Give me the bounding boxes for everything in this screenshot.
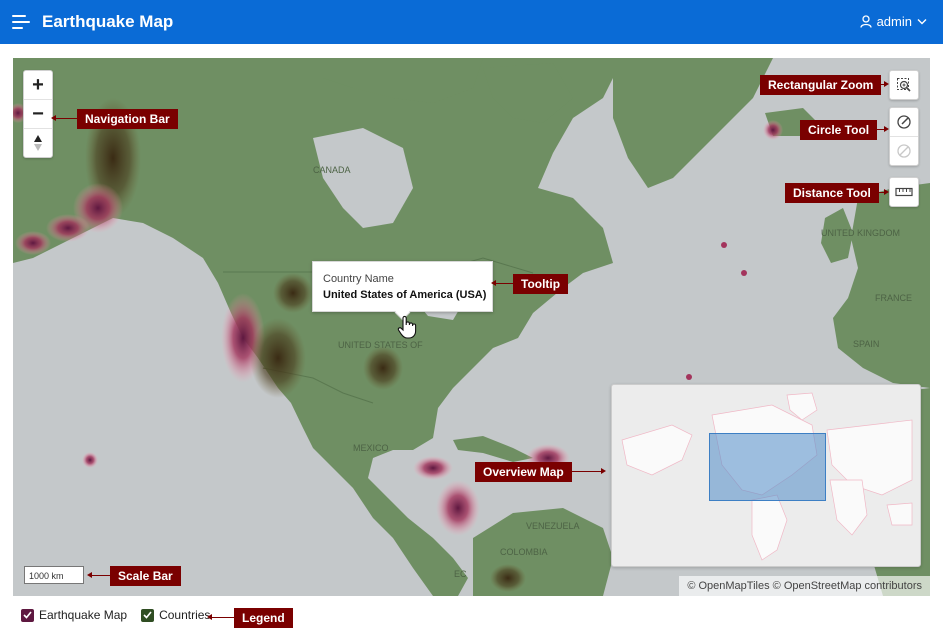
distance-tool-button[interactable] — [890, 178, 918, 206]
zoom-out-button[interactable]: − — [24, 99, 52, 128]
checkbox-icon — [21, 608, 34, 622]
map-legend: Earthquake Map Countries — [21, 608, 224, 622]
callout-arrow — [873, 189, 889, 195]
place-label-venezuela: VENEZUELA — [526, 521, 580, 531]
zoom-in-icon: + — [32, 73, 44, 96]
zoom-out-icon: − — [32, 102, 44, 125]
map-attribution: © OpenMapTiles © OpenStreetMap contribut… — [679, 576, 930, 596]
scale-bar: 1000 km — [24, 566, 84, 584]
land-caribbean — [453, 436, 533, 462]
user-name: admin — [876, 14, 912, 29]
place-label-ec: EC — [454, 569, 467, 579]
app-header: Earthquake Map admin — [0, 0, 943, 44]
map-tooltip: Country Name United States of America (U… — [312, 261, 493, 312]
callout-arrow — [873, 126, 889, 132]
callout-arrow — [491, 280, 513, 286]
callout-legend: Legend — [234, 608, 293, 628]
callout-overview-map: Overview Map — [475, 462, 572, 482]
place-label-uk: UNITED KINGDOM — [821, 228, 900, 238]
land-europe — [833, 183, 930, 388]
callout-scale-bar: Scale Bar — [110, 566, 181, 586]
clear-circle-button[interactable] — [890, 136, 918, 165]
tooltip-value: United States of America (USA) — [323, 289, 487, 301]
place-label-usa: UNITED STATES OF — [338, 340, 423, 350]
distance-tool-control — [889, 177, 919, 207]
legend-label: Countries — [159, 608, 211, 622]
checkbox-icon — [141, 608, 155, 622]
place-label-colombia: COLOMBIA — [500, 547, 548, 557]
callout-arrow — [207, 614, 234, 620]
callout-arrow — [51, 115, 77, 121]
legend-item-earthquake-map[interactable]: Earthquake Map — [21, 608, 127, 622]
circle-tool-button[interactable] — [890, 108, 918, 136]
place-label-france: FRANCE — [875, 293, 912, 303]
circle-tool-icon — [897, 115, 911, 129]
user-icon — [859, 15, 872, 28]
navigation-bar: + − — [23, 70, 53, 158]
overview-viewport[interactable] — [709, 433, 826, 501]
pointer-hand-icon — [397, 315, 417, 339]
ruler-icon — [895, 187, 913, 197]
callout-arrow — [569, 468, 606, 474]
legend-label: Earthquake Map — [39, 608, 128, 622]
clear-icon — [897, 144, 911, 158]
menu-icon[interactable] — [12, 14, 30, 30]
overview-map[interactable] — [611, 384, 921, 567]
compass-button[interactable] — [24, 128, 52, 157]
tooltip-label: Country Name — [323, 273, 394, 285]
app-title: Earthquake Map — [42, 12, 174, 31]
rectangular-zoom-button[interactable] — [890, 71, 918, 99]
place-label-canada: CANADA — [313, 165, 351, 175]
place-label-mexico: MEXICO — [353, 443, 389, 453]
callout-distance-tool: Distance Tool — [785, 183, 879, 203]
rectangle-zoom-icon — [897, 78, 911, 92]
compass-icon — [34, 135, 42, 151]
callout-navigation-bar: Navigation Bar — [77, 109, 178, 129]
callout-tooltip: Tooltip — [513, 274, 569, 294]
zoom-in-button[interactable]: + — [24, 71, 52, 99]
user-menu[interactable]: admin — [859, 14, 927, 29]
legend-item-countries[interactable]: Countries — [141, 608, 210, 622]
callout-arrow — [873, 81, 889, 87]
circle-tool-control — [889, 107, 919, 166]
callout-circle-tool: Circle Tool — [800, 120, 878, 140]
land-greenland — [613, 58, 773, 188]
place-label-spain: SPAIN — [853, 339, 879, 349]
rectangular-zoom-control — [889, 70, 919, 100]
map-canvas[interactable]: CANADA UNITED STATES OF MEXICO VENEZUELA… — [13, 58, 930, 596]
chevron-down-icon — [917, 19, 927, 25]
callout-rectangular-zoom: Rectangular Zoom — [760, 75, 882, 95]
callout-arrow — [87, 572, 110, 578]
